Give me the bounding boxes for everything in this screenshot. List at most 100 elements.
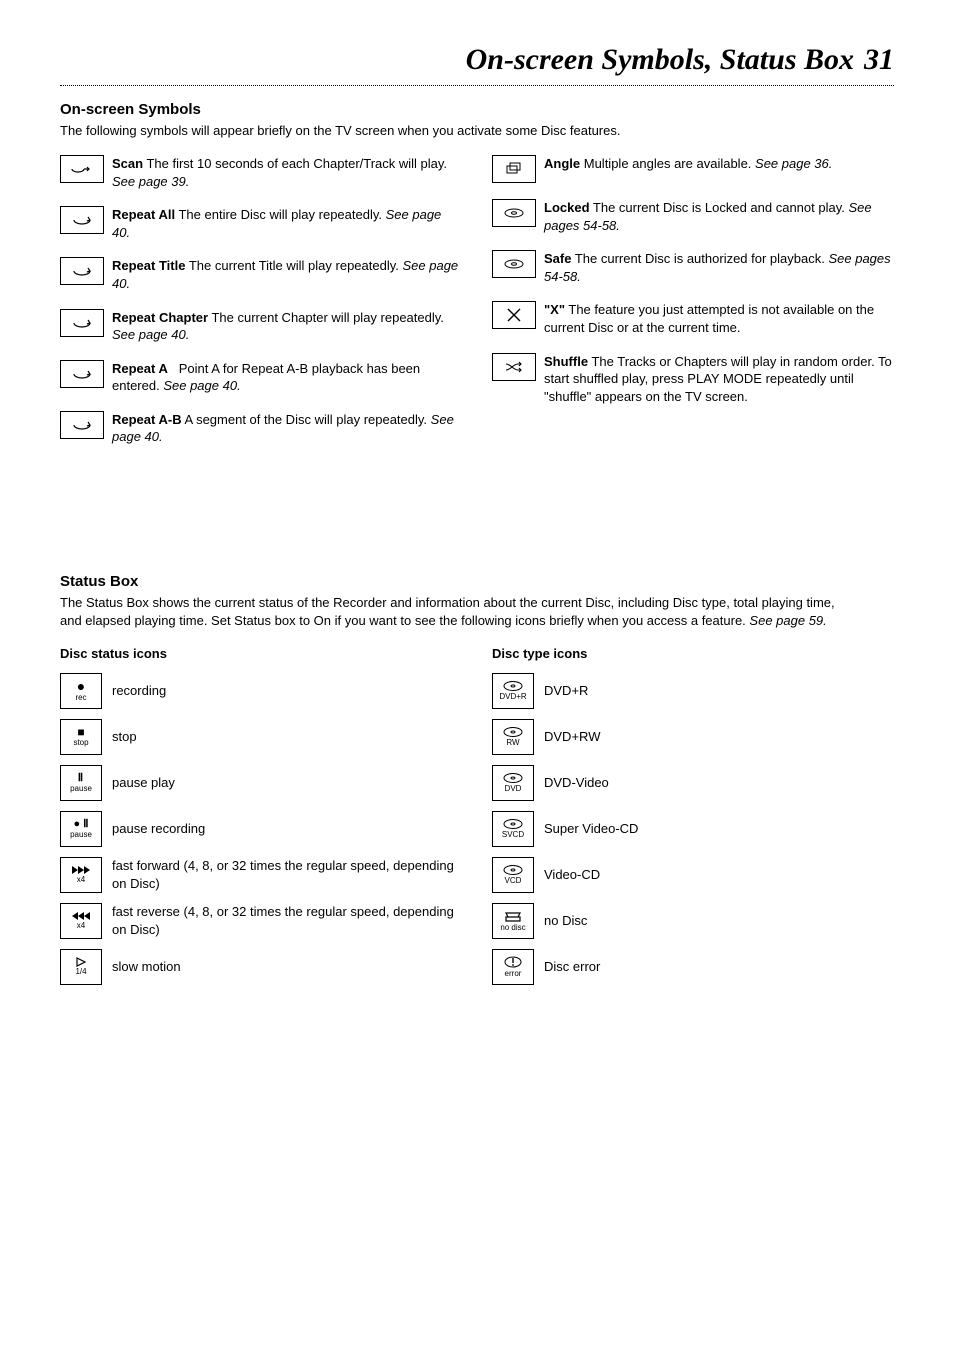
scan-icon xyxy=(60,155,104,183)
symbol-title: Angle xyxy=(544,156,580,171)
type-label: Disc error xyxy=(544,958,600,976)
symbol-title: Repeat Title xyxy=(112,258,185,273)
type-label: DVD+R xyxy=(544,682,588,700)
status-label: stop xyxy=(112,728,137,746)
symbols-left-col: Scan The first 10 seconds of each Chapte… xyxy=(60,155,462,462)
onscreen-symbols-section: On-screen Symbols The following symbols … xyxy=(60,100,894,462)
page-number: 31 xyxy=(864,40,894,81)
symbol-repeat-all: Repeat All The entire Disc will play rep… xyxy=(60,206,462,241)
type-nodisc: no disc no Disc xyxy=(492,903,894,939)
fast-reverse-icon: x4 xyxy=(60,903,102,939)
tray-icon: no disc xyxy=(492,903,534,939)
type-discerror: error Disc error xyxy=(492,949,894,985)
symbol-scan: Scan The first 10 seconds of each Chapte… xyxy=(60,155,462,190)
status-fast-forward: x4 fast forward (4, 8, or 32 times the r… xyxy=(60,857,462,893)
symbol-body: The current Disc is authorized for playb… xyxy=(575,251,825,266)
type-svcd: SVCD Super Video-CD xyxy=(492,811,894,847)
symbol-ref: See page 39. xyxy=(112,174,189,189)
pause-record-icon: ● Ⅱ pause xyxy=(60,811,102,847)
symbol-body: The current Chapter will play repeatedly… xyxy=(211,310,443,325)
status-intro: The Status Box shows the current status … xyxy=(60,594,840,629)
symbol-locked: Locked The current Disc is Locked and ca… xyxy=(492,199,894,234)
disc-icon: RW xyxy=(492,719,534,755)
status-slow-motion: 1/4 slow motion xyxy=(60,949,462,985)
repeat-ab-icon xyxy=(60,411,104,439)
symbol-repeat-title: Repeat Title The current Title will play… xyxy=(60,257,462,292)
symbol-ref: See page 40. xyxy=(112,327,189,342)
pause-icon: Ⅱ pause xyxy=(60,765,102,801)
fast-forward-icon: x4 xyxy=(60,857,102,893)
symbol-angle: Angle Multiple angles are available. See… xyxy=(492,155,894,183)
symbol-shuffle: Shuffle The Tracks or Chapters will play… xyxy=(492,353,894,406)
status-label: slow motion xyxy=(112,958,181,976)
symbols-right-col: Angle Multiple angles are available. See… xyxy=(492,155,894,462)
symbol-title: Repeat A-B xyxy=(112,412,182,427)
angle-icon xyxy=(492,155,536,183)
type-dvdr: DVD+R DVD+R xyxy=(492,673,894,709)
type-label: Video-CD xyxy=(544,866,600,884)
symbol-title: Shuffle xyxy=(544,354,588,369)
type-label: Super Video-CD xyxy=(544,820,638,838)
symbol-ref: See page 40. xyxy=(163,378,240,393)
symbol-title: "X" xyxy=(544,302,565,317)
type-label: no Disc xyxy=(544,912,587,930)
disc-type-head: Disc type icons xyxy=(492,645,894,663)
type-label: DVD+RW xyxy=(544,728,600,746)
symbol-title: Repeat All xyxy=(112,207,175,222)
symbols-intro: The following symbols will appear briefl… xyxy=(60,122,840,140)
symbol-body: The first 10 seconds of each Chapter/Tra… xyxy=(146,156,447,171)
status-label: pause recording xyxy=(112,820,205,838)
symbol-body: The Tracks or Chapters will play in rand… xyxy=(544,354,892,404)
x-icon xyxy=(492,301,536,329)
page-header: On-screen Symbols, Status Box 31 xyxy=(60,40,894,86)
symbol-title: Safe xyxy=(544,251,571,266)
symbol-title: Repeat Chapter xyxy=(112,310,208,325)
disc-status-col: Disc status icons ● rec recording ■ stop… xyxy=(60,645,462,995)
slow-motion-icon: 1/4 xyxy=(60,949,102,985)
symbol-safe: Safe The current Disc is authorized for … xyxy=(492,250,894,285)
type-vcd: VCD Video-CD xyxy=(492,857,894,893)
repeat-all-icon xyxy=(60,206,104,234)
symbol-x: "X" The feature you just attempted is no… xyxy=(492,301,894,336)
status-label: recording xyxy=(112,682,166,700)
locked-icon xyxy=(492,199,536,227)
status-heading: Status Box xyxy=(60,572,894,592)
disc-type-col: Disc type icons DVD+R DVD+R RW DVD+RW xyxy=(492,645,894,995)
type-label: DVD-Video xyxy=(544,774,609,792)
disc-icon: DVD xyxy=(492,765,534,801)
status-intro-text: The Status Box shows the current status … xyxy=(60,595,835,628)
disc-icon: DVD+R xyxy=(492,673,534,709)
symbol-repeat-ab: Repeat A-B A segment of the Disc will pl… xyxy=(60,411,462,446)
status-pause-recording: ● Ⅱ pause pause recording xyxy=(60,811,462,847)
status-label: fast reverse (4, 8, or 32 times the regu… xyxy=(112,903,462,938)
disc-icon: VCD xyxy=(492,857,534,893)
status-stop: ■ stop stop xyxy=(60,719,462,755)
status-box-section: Status Box The Status Box shows the curr… xyxy=(60,572,894,995)
status-label: fast forward (4, 8, or 32 times the regu… xyxy=(112,857,462,892)
symbol-body: The feature you just attempted is not av… xyxy=(544,302,874,335)
status-label: pause play xyxy=(112,774,175,792)
error-icon: error xyxy=(492,949,534,985)
record-icon: ● rec xyxy=(60,673,102,709)
repeat-title-icon xyxy=(60,257,104,285)
status-fast-reverse: x4 fast reverse (4, 8, or 32 times the r… xyxy=(60,903,462,939)
symbol-body: The current Disc is Locked and cannot pl… xyxy=(593,200,845,215)
page-title: On-screen Symbols, Status Box xyxy=(466,40,854,81)
repeat-a-icon xyxy=(60,360,104,388)
status-intro-ref: See page 59. xyxy=(749,613,826,628)
symbol-body: The entire Disc will play repeatedly. xyxy=(178,207,382,222)
safe-icon xyxy=(492,250,536,278)
disc-icon: SVCD xyxy=(492,811,534,847)
symbol-ref: See page 36. xyxy=(755,156,832,171)
symbol-title: Scan xyxy=(112,156,143,171)
type-dvdrw: RW DVD+RW xyxy=(492,719,894,755)
status-recording: ● rec recording xyxy=(60,673,462,709)
symbol-title: Locked xyxy=(544,200,590,215)
stop-icon: ■ stop xyxy=(60,719,102,755)
symbol-body: A segment of the Disc will play repeated… xyxy=(185,412,428,427)
symbol-title: Repeat A xyxy=(112,361,168,376)
symbols-heading: On-screen Symbols xyxy=(60,100,894,120)
disc-status-head: Disc status icons xyxy=(60,645,462,663)
shuffle-icon xyxy=(492,353,536,381)
symbol-body: Multiple angles are available. xyxy=(584,156,752,171)
